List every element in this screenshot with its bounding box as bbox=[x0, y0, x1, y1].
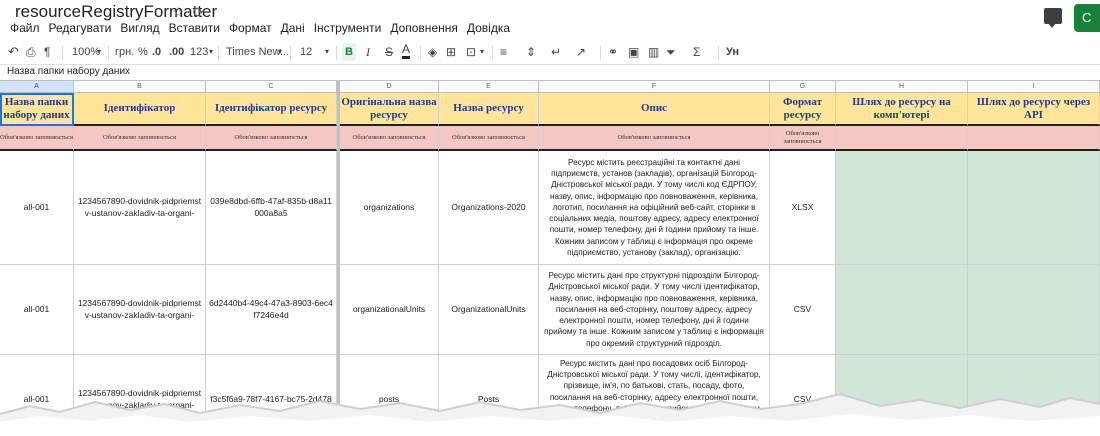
decrease-decimals-button[interactable]: .0 bbox=[152, 43, 161, 61]
merge-cells-icon[interactable]: ⊡ bbox=[466, 43, 476, 61]
table-row-1-identifier[interactable]: 1234567890-dovidnik-pidpriemstv-ustanov-… bbox=[74, 151, 206, 265]
menu-bar: Файл Редагувати Вигляд Вставити Формат Д… bbox=[10, 21, 519, 35]
borders-icon[interactable]: ⊞ bbox=[446, 43, 456, 61]
table-row-2-name[interactable]: OrganizationalUnits bbox=[439, 265, 539, 355]
insert-chart-icon[interactable]: ▥ bbox=[648, 43, 659, 61]
table-row-1-resource-id[interactable]: 039e8dbd-6ffb-47af-835b-d8a11000a8a5 bbox=[206, 151, 337, 265]
column-header-c[interactable]: C bbox=[206, 81, 337, 93]
required-cell-api-path[interactable] bbox=[968, 126, 1100, 151]
zoom-select[interactable]: 100% bbox=[72, 43, 100, 61]
table-row-1-format[interactable]: XLSX bbox=[770, 151, 836, 265]
table-row-1-folder[interactable]: all-001 bbox=[0, 151, 74, 265]
header-cell-original-name[interactable]: Оригінальна назва ресурсу bbox=[340, 93, 439, 126]
italic-button[interactable]: I bbox=[366, 43, 370, 61]
menu-insert[interactable]: Вставити bbox=[169, 21, 220, 35]
table-row-2-original-name[interactable]: organizationalUnits bbox=[340, 265, 439, 355]
menu-data[interactable]: Дані bbox=[281, 21, 305, 35]
menu-help[interactable]: Довідка bbox=[467, 21, 510, 35]
menu-edit[interactable]: Редагувати bbox=[49, 21, 112, 35]
menu-view[interactable]: Вигляд bbox=[120, 21, 159, 35]
comments-icon[interactable] bbox=[1044, 8, 1062, 28]
column-header-e[interactable]: E bbox=[439, 81, 539, 93]
paint-format-icon[interactable]: ¶ bbox=[44, 43, 50, 61]
format-percent-button[interactable]: % bbox=[138, 43, 148, 61]
header-cell-name[interactable]: Назва ресурсу bbox=[439, 93, 539, 126]
menu-file[interactable]: Файл bbox=[10, 21, 40, 35]
required-cell-original-name[interactable]: Обов'язково заповнюється bbox=[340, 126, 439, 151]
header-cell-description[interactable]: Опис bbox=[539, 93, 770, 126]
table-row-1-local-path[interactable] bbox=[836, 151, 968, 265]
font-size-chevron-icon[interactable]: ▾ bbox=[325, 43, 329, 61]
required-cell-description[interactable]: Обов'язково заповнюється bbox=[539, 126, 770, 151]
text-color-button[interactable]: A bbox=[402, 43, 411, 59]
header-cell-identifier[interactable]: Ідентифікатор bbox=[74, 93, 206, 126]
required-cell-name[interactable]: Обов'язково заповнюється bbox=[439, 126, 539, 151]
menu-addons[interactable]: Доповнення bbox=[390, 21, 458, 35]
column-header-h[interactable]: H bbox=[836, 81, 968, 93]
insert-link-icon[interactable]: ⚭ bbox=[608, 43, 618, 61]
formula-bar[interactable]: Назва папки набору даних bbox=[0, 65, 1100, 81]
toolbar: ↶ ⎙ ¶ 100% ▾ грн. % .0 .00 123 ▾ Times N… bbox=[0, 40, 1100, 65]
increase-decimals-button[interactable]: .00 bbox=[169, 43, 184, 61]
input-tools-button[interactable]: Ун bbox=[726, 43, 739, 61]
undo-icon[interactable]: ↶ bbox=[8, 43, 19, 61]
vertical-align-icon[interactable]: ⇕ bbox=[526, 43, 536, 61]
more-formats-button[interactable]: 123 bbox=[190, 43, 208, 61]
column-header-a[interactable]: A bbox=[0, 81, 74, 93]
required-cell-folder[interactable]: Обов'язково заповнюється bbox=[0, 126, 74, 151]
table-row-2-api-path[interactable] bbox=[968, 265, 1100, 355]
merge-chevron-icon[interactable]: ▾ bbox=[480, 43, 484, 61]
font-chevron-icon[interactable]: ▾ bbox=[278, 43, 282, 61]
table-row-2-local-path[interactable] bbox=[836, 265, 968, 355]
table-row-2-description[interactable]: Ресурс містить дані про структурні підро… bbox=[539, 265, 770, 355]
fill-color-icon[interactable]: ◈ bbox=[428, 43, 437, 61]
share-button[interactable]: С bbox=[1074, 4, 1100, 32]
filter-icon[interactable]: ⏷ bbox=[666, 43, 676, 61]
header-cell-folder[interactable]: Назва папки набору даних bbox=[0, 93, 74, 126]
table-row-2-format[interactable]: CSV bbox=[770, 265, 836, 355]
insert-comment-icon[interactable]: ▣ bbox=[628, 43, 639, 61]
column-header-i[interactable]: I bbox=[968, 81, 1100, 93]
formats-chevron-icon[interactable]: ▾ bbox=[209, 43, 213, 61]
table-row-1-description[interactable]: Ресурс містить реєстраційні та контактні… bbox=[539, 151, 770, 265]
required-cell-format[interactable]: Обов'язково заповнюється bbox=[770, 126, 836, 151]
required-cell-local-path[interactable] bbox=[836, 126, 968, 151]
horizontal-align-icon[interactable]: ≡ bbox=[500, 43, 507, 61]
table-row-1-name[interactable]: Organizations-2020 bbox=[439, 151, 539, 265]
format-currency-button[interactable]: грн. bbox=[115, 43, 134, 61]
header-cell-resource-id[interactable]: Ідентифікатор ресурсу bbox=[206, 93, 337, 126]
required-cell-resource-id[interactable]: Обов'язково заповнюється bbox=[206, 126, 337, 151]
table-row-2-folder[interactable]: all-001 bbox=[0, 265, 74, 355]
zoom-chevron-icon[interactable]: ▾ bbox=[97, 43, 101, 61]
print-icon[interactable]: ⎙ bbox=[26, 43, 36, 61]
formula-input[interactable]: Назва папки набору даних bbox=[7, 66, 130, 77]
bold-button[interactable]: B bbox=[342, 43, 356, 61]
required-cell-identifier[interactable]: Обов'язково заповнюється bbox=[74, 126, 206, 151]
functions-icon[interactable]: Σ bbox=[693, 43, 700, 61]
header-cell-format[interactable]: Формат ресурсу bbox=[770, 93, 836, 126]
star-icon[interactable]: ☆ bbox=[172, 4, 185, 21]
column-header-g[interactable]: G bbox=[770, 81, 836, 93]
move-to-folder-icon[interactable]: ⟳ bbox=[193, 4, 205, 21]
table-row-2-resource-id[interactable]: 6d2440b4-49c4-47a3-8903-6ec4f7246e4d bbox=[206, 265, 337, 355]
text-rotation-icon[interactable]: ↗ bbox=[576, 43, 586, 61]
text-wrap-icon[interactable]: ↵ bbox=[551, 43, 561, 61]
font-size-select[interactable]: 12 bbox=[300, 43, 312, 61]
torn-paper-edge bbox=[0, 392, 1100, 436]
header-cell-api-path[interactable]: Шлях до ресурсу через API bbox=[968, 93, 1100, 126]
menu-tools[interactable]: Інструменти bbox=[314, 21, 382, 35]
header-cell-local-path[interactable]: Шлях до ресурсу на комп'ютері bbox=[836, 93, 968, 126]
column-header-f[interactable]: F bbox=[539, 81, 770, 93]
table-row-1-original-name[interactable]: organizations bbox=[340, 151, 439, 265]
menu-format[interactable]: Формат bbox=[229, 21, 272, 35]
column-header-d[interactable]: D bbox=[340, 81, 439, 93]
strikethrough-button[interactable]: S bbox=[385, 43, 393, 61]
table-row-2-identifier[interactable]: 1234567890-dovidnik-pidpriemstv-ustanov-… bbox=[74, 265, 206, 355]
table-row-1-api-path[interactable] bbox=[968, 151, 1100, 265]
column-header-b[interactable]: B bbox=[74, 81, 206, 93]
